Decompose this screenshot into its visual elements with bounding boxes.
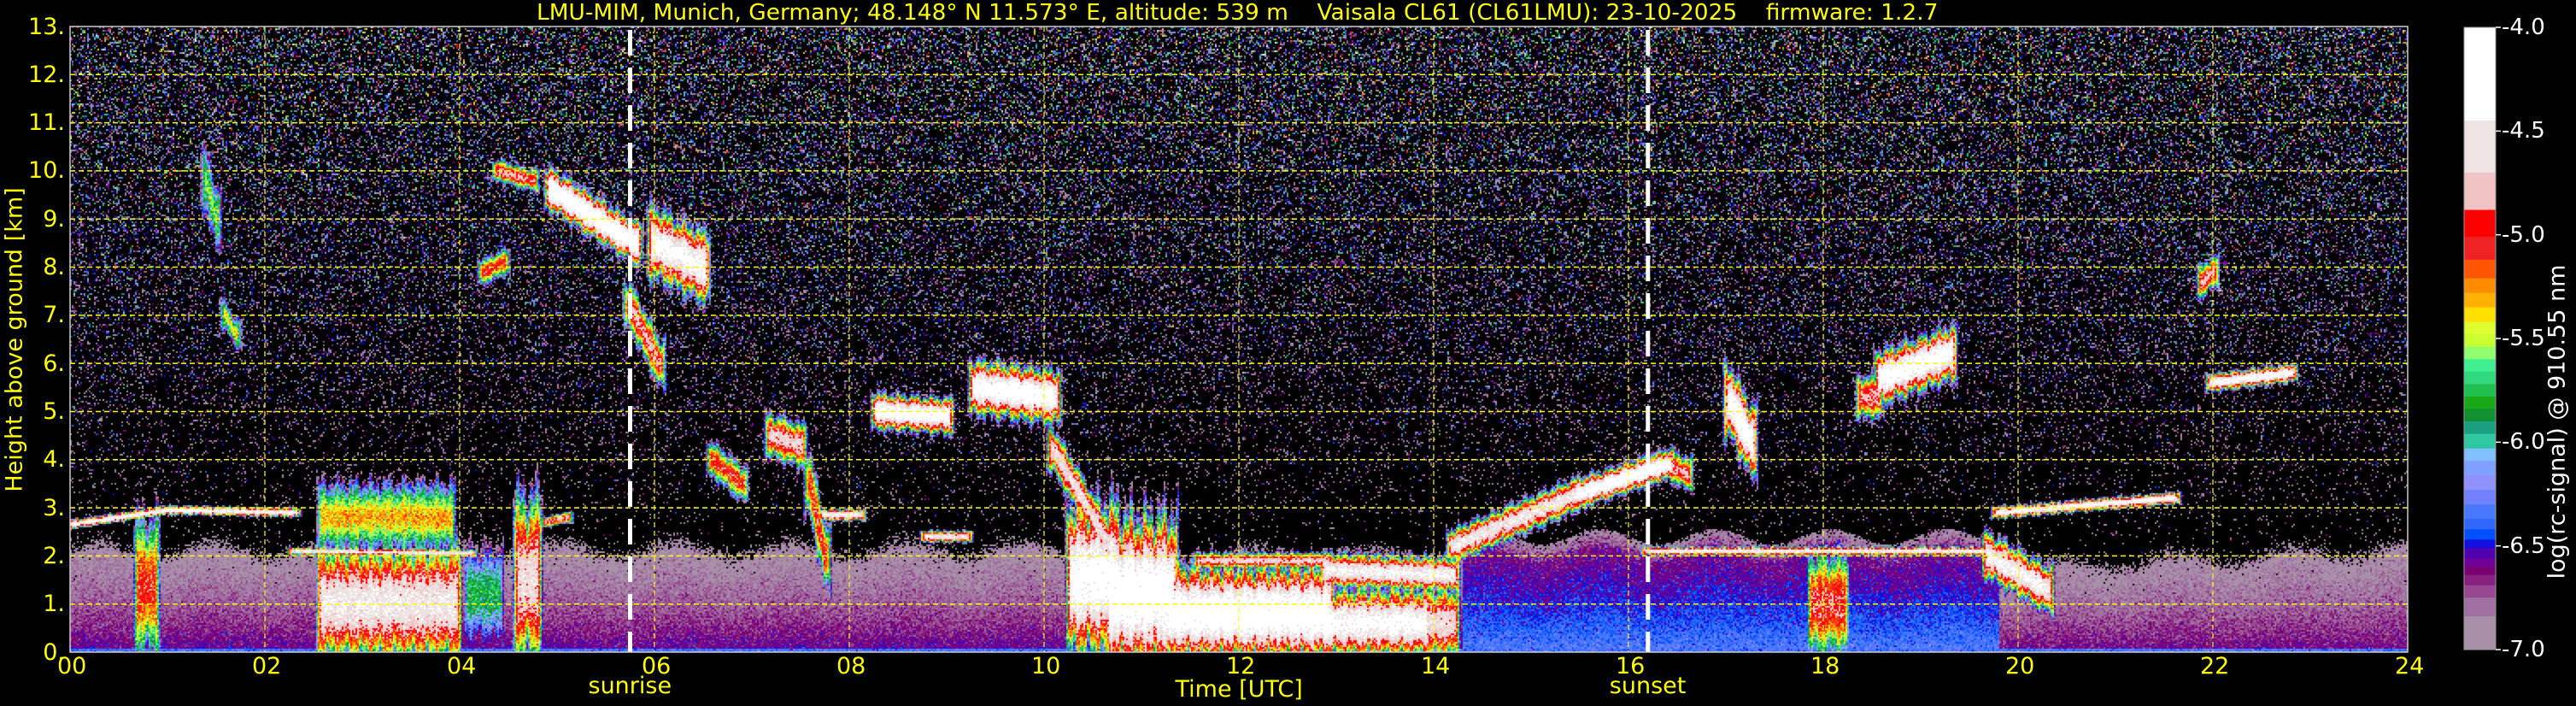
- colorbar-band: [2464, 421, 2496, 435]
- colorbar-band: [2464, 490, 2496, 505]
- colorbar-band: [2464, 359, 2496, 373]
- colorbar-band: [2464, 433, 2496, 450]
- colorbar-band: [2464, 384, 2496, 397]
- y-tick-label: 2.: [43, 542, 65, 569]
- colorbar-band: [2464, 448, 2496, 462]
- colorbar-band: [2464, 519, 2496, 530]
- colorbar-tick-label: -4.0: [2502, 15, 2545, 40]
- colorbar-band: [2464, 566, 2496, 576]
- y-tick-label: 3.: [43, 494, 65, 521]
- chart-title: LMU-MIM, Munich, Germany; 48.148° N 11.5…: [537, 0, 1939, 26]
- chart-overlay: [69, 26, 2501, 653]
- colorbar-tick-label: -6.0: [2502, 429, 2545, 456]
- x-tick-label: 24: [2395, 652, 2425, 680]
- y-tick-label: 8.: [43, 254, 65, 281]
- y-tick-label: 11.: [28, 109, 65, 137]
- x-tick-label: 20: [2005, 652, 2035, 680]
- colorbar-band: [2464, 278, 2496, 294]
- colorbar-band: [2464, 548, 2496, 559]
- y-tick-label: 12.: [28, 61, 65, 88]
- y-tick-label: 9.: [43, 205, 65, 232]
- x-tick-label: 02: [252, 652, 282, 680]
- colorbar-band: [2464, 396, 2496, 410]
- colorbar-band: [2464, 292, 2496, 309]
- colorbar-band: [2464, 409, 2496, 422]
- y-axis-label: Height above ground [km]: [1, 186, 28, 492]
- y-tick-label: 7.: [43, 302, 65, 329]
- colorbar-band: [2464, 585, 2496, 598]
- colorbar-band: [2464, 259, 2496, 279]
- colorbar-band: [2464, 574, 2496, 586]
- y-tick-label: 4.: [43, 446, 65, 474]
- grid: [70, 26, 2408, 652]
- colorbar-band: [2464, 334, 2496, 348]
- x-axis-label: Time [UTC]: [1175, 675, 1303, 703]
- colorbar-band: [2464, 321, 2496, 335]
- y-tick-label: 13.: [28, 13, 65, 40]
- colorbar-band: [2464, 237, 2496, 261]
- y-tick-label: 6.: [43, 350, 65, 377]
- y-tick-label: 10.: [28, 157, 65, 185]
- colorbar-band: [2464, 475, 2496, 491]
- x-tick-label: 08: [836, 652, 866, 680]
- colorbar-band: [2464, 504, 2496, 520]
- colorbar-tick-label: -7.0: [2502, 637, 2545, 662]
- x-tick-label: 18: [1810, 652, 1840, 680]
- colorbar-tick-label: -5.0: [2502, 221, 2545, 248]
- colorbar-band: [2464, 558, 2496, 568]
- colorbar-tick-label: -4.5: [2502, 118, 2545, 144]
- x-tick-label: 12: [1226, 652, 1256, 680]
- x-tick-label: 04: [447, 652, 477, 680]
- x-tick-label: 06: [642, 652, 672, 680]
- y-tick-label: 0.: [43, 638, 65, 666]
- colorbar-tick-label: -5.5: [2502, 326, 2545, 351]
- colorbar-band: [2464, 307, 2496, 323]
- colorbar-band: [2464, 27, 2496, 121]
- colorbar-band: [2464, 616, 2496, 650]
- colorbar: [2463, 26, 2501, 650]
- colorbar-band: [2464, 597, 2496, 617]
- colorbar-band: [2464, 461, 2496, 476]
- colorbar-tick-label: -6.5: [2502, 532, 2545, 559]
- x-tick-label: 10: [1031, 652, 1061, 680]
- colorbar-band: [2464, 209, 2496, 238]
- colorbar-band: [2464, 371, 2496, 385]
- y-tick-label: 5.: [43, 397, 65, 425]
- colorbar-band: [2464, 539, 2496, 549]
- x-tick-label: 16: [1616, 652, 1646, 680]
- y-tick-label: 1.: [43, 591, 65, 618]
- x-tick-label: 14: [1421, 652, 1451, 680]
- x-tick-label: 00: [57, 652, 87, 680]
- colorbar-band: [2464, 172, 2496, 211]
- x-tick-label: 22: [2200, 652, 2230, 680]
- colorbar-label: log(rc-signal) @ 910.55 nm: [2544, 264, 2571, 579]
- colorbar-band: [2464, 346, 2496, 360]
- colorbar-band: [2464, 529, 2496, 540]
- colorbar-band: [2464, 121, 2496, 174]
